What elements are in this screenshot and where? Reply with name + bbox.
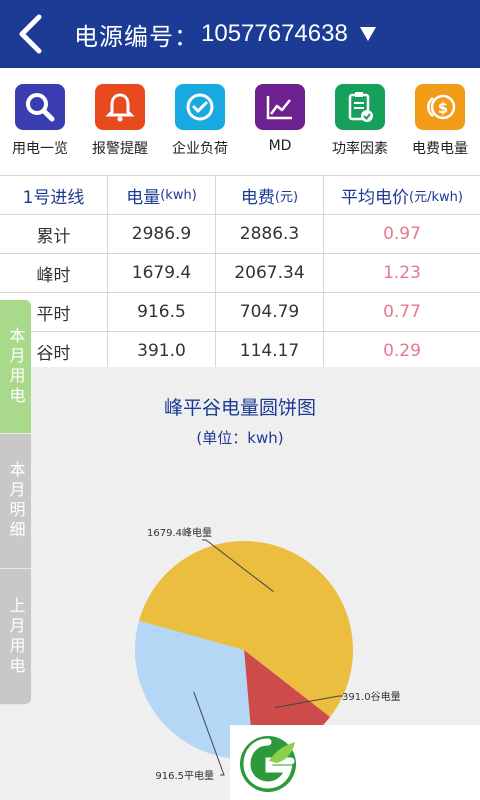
tab-this-month-usage[interactable]: 本月用电 <box>0 300 31 434</box>
nav-label: 电费电量 <box>412 141 468 157</box>
nav-item-load[interactable]: 企业负荷 <box>160 68 240 174</box>
fee-value: 2067.34 <box>216 254 324 292</box>
power-number-selector[interactable]: 电源编号： 10577674638 <box>74 0 376 68</box>
fee-value: 2886.3 <box>216 215 324 253</box>
power-number-value: 10577674638 <box>201 20 348 47</box>
nav-item-overview[interactable]: 用电一览 <box>0 68 80 174</box>
line-chart-icon <box>255 84 305 130</box>
table-row: 谷时 391.0 114.17 0.29 <box>0 332 480 371</box>
bell-icon <box>95 84 145 130</box>
pie-slice-label: 391.0谷电量 <box>342 690 401 703</box>
tab-last-month-usage[interactable]: 上月用电 <box>0 569 31 705</box>
power-number-label: 电源编号： <box>74 22 199 51</box>
header-fee-text: 电费 <box>240 187 275 208</box>
header-fee: 电费 (元) <box>216 176 324 214</box>
dropdown-caret-icon <box>359 27 376 41</box>
header-energy-unit: (kwh) <box>160 187 197 203</box>
chevron-left-icon <box>19 14 42 54</box>
fee-value: 704.79 <box>216 293 324 331</box>
document-icon <box>335 84 385 130</box>
avg-price-value: 1.23 <box>383 263 421 283</box>
header-fee-unit: (元) <box>274 189 299 205</box>
header-avg-price: 平均电价 (元/kwh) <box>324 176 480 214</box>
coin-icon: $ <box>415 84 465 130</box>
header-avg-unit: (元/kwh) <box>409 189 463 205</box>
leaf-logo-icon <box>240 736 296 792</box>
avg-price-value: 0.29 <box>383 341 421 361</box>
row-label: 累计 <box>0 215 108 253</box>
search-icon <box>15 84 65 130</box>
table-row: 峰时 1679.4 2067.34 1.23 <box>0 254 480 293</box>
header-line: 1号进线 <box>0 176 108 214</box>
svg-text:$: $ <box>438 99 448 117</box>
nav-label: MD <box>268 138 292 154</box>
nav-item-alarm[interactable]: 报警提醒 <box>80 68 160 174</box>
usage-table: 1号进线 电量 (kwh) 电费 (元) 平均电价 (元/kwh) 累计 2986.9… <box>0 175 480 371</box>
row-label: 峰时 <box>0 254 108 292</box>
energy-value: 2986.9 <box>108 215 216 253</box>
energy-value: 1679.4 <box>108 254 216 292</box>
table-row: 平时 916.5 704.79 0.77 <box>0 293 480 332</box>
nav-label: 企业负荷 <box>172 141 228 157</box>
energy-value: 916.5 <box>108 293 216 331</box>
side-tabs: 本月用电 本月明细 上月用电 <box>0 300 31 705</box>
pie-slice-label: 916.5平电量 <box>155 769 214 782</box>
nav-label: 报警提醒 <box>92 141 148 157</box>
header-energy-text: 电量 <box>126 187 161 208</box>
feature-nav: 用电一览 报警提醒 企业负荷 MD 功率因素 $ 电费电量 <box>0 68 480 174</box>
nav-label: 用电一览 <box>12 141 68 157</box>
nav-item-fee[interactable]: $ 电费电量 <box>400 68 480 174</box>
table-row: 累计 2986.9 2886.3 0.97 <box>0 215 480 254</box>
pie-slice-label: 1679.4峰电量 <box>147 526 212 539</box>
back-button[interactable] <box>8 10 52 58</box>
nav-item-md[interactable]: MD <box>240 68 320 174</box>
energy-value: 391.0 <box>108 332 216 370</box>
avg-price-value: 0.97 <box>383 224 421 244</box>
nav-label: 功率因素 <box>332 141 388 157</box>
tab-this-month-detail[interactable]: 本月明细 <box>0 434 31 569</box>
header-line-text: 1号进线 <box>22 187 85 208</box>
header-energy: 电量 (kwh) <box>108 176 216 214</box>
avg-price-value: 0.77 <box>383 302 421 322</box>
app-logo-overlay <box>230 725 480 800</box>
header-avg-text: 平均电价 <box>341 187 410 208</box>
fee-value: 114.17 <box>216 332 324 370</box>
check-icon <box>175 84 225 130</box>
table-header-row: 1号进线 电量 (kwh) 电费 (元) 平均电价 (元/kwh) <box>0 176 480 215</box>
app-header: 电源编号： 10577674638 <box>0 0 480 68</box>
nav-item-power-factor[interactable]: 功率因素 <box>320 68 400 174</box>
